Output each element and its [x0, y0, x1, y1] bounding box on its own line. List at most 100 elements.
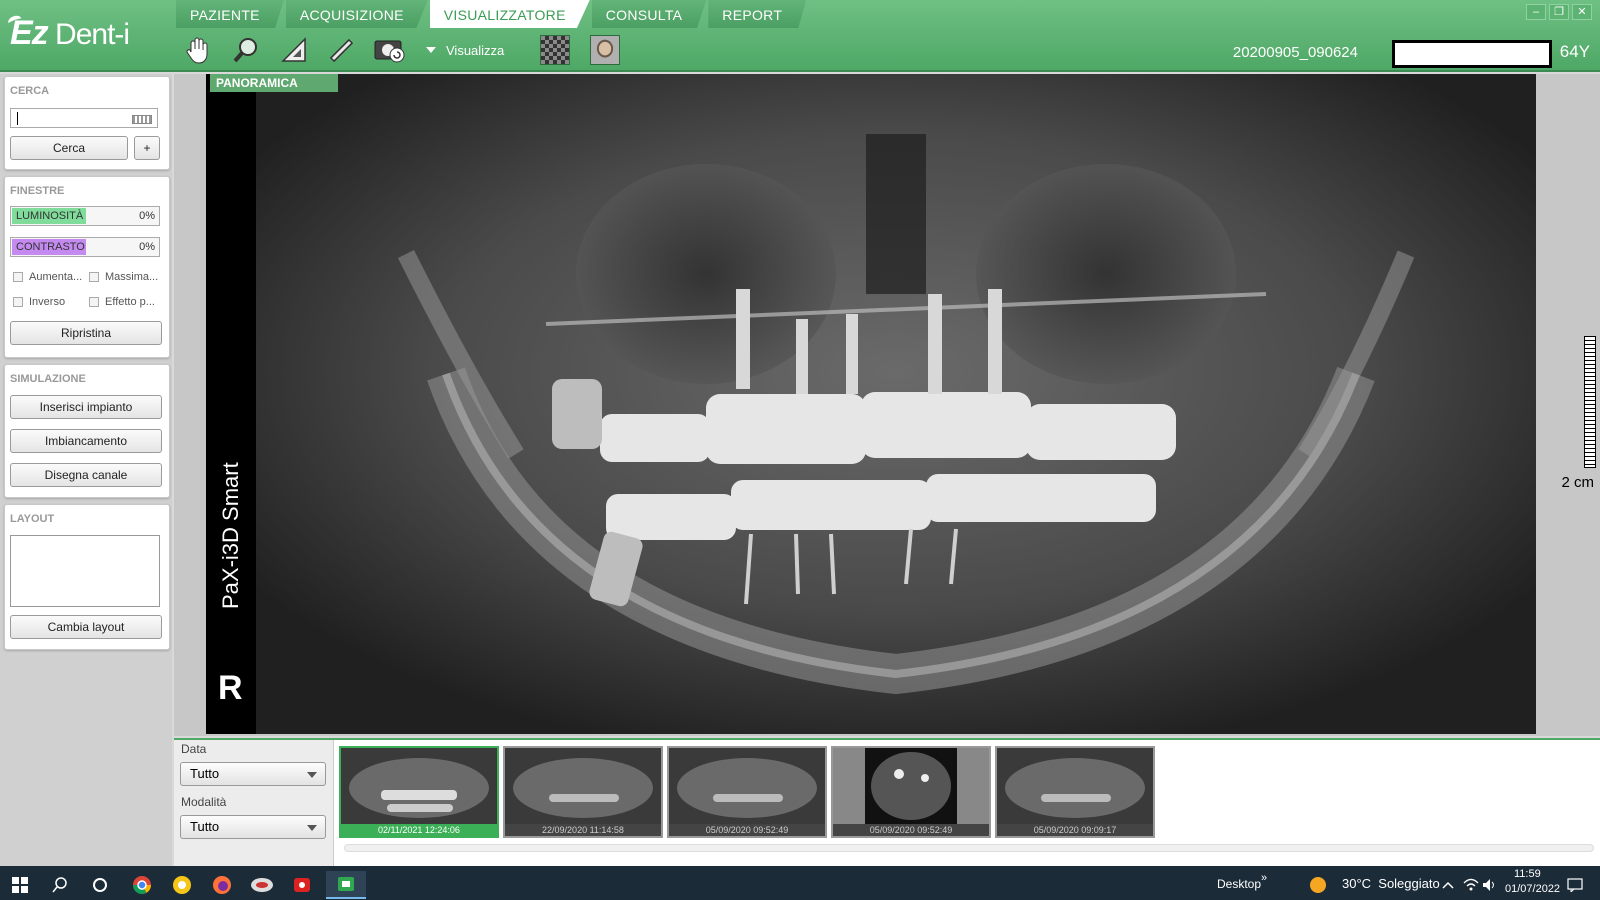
search-button[interactable]: Cerca	[10, 136, 128, 160]
change-layout-button[interactable]: Cambia layout	[10, 615, 162, 639]
toolbar-overflow-chevron[interactable]: »	[1261, 872, 1267, 884]
contrast-value: 0%	[139, 241, 155, 253]
add-search-button[interactable]: +	[134, 136, 160, 160]
image-viewer[interactable]: PaX-i3D Smart R PANORAMICA 2 cm	[174, 74, 1600, 736]
tab-paziente[interactable]: PAZIENTE	[176, 0, 284, 28]
simulation-group: SIMULAZIONE Inserisci impianto Imbiancam…	[4, 364, 170, 498]
minimize-icon[interactable]: –	[1526, 4, 1546, 20]
volume-icon[interactable]	[1480, 871, 1500, 899]
red-app-icon[interactable]	[282, 871, 322, 899]
checkbox-massima[interactable]: Massima...	[89, 271, 158, 283]
patient-name-redacted	[1392, 40, 1552, 68]
close-icon[interactable]: ✕	[1572, 4, 1592, 20]
thumbnail-panoramic[interactable]: 22/09/2020 11:14:58	[503, 746, 663, 838]
yellow-app-icon[interactable]	[162, 871, 202, 899]
device-label-strip: PaX-i3D Smart R	[206, 74, 256, 734]
checker-layout-icon[interactable]	[540, 35, 571, 65]
clock-time[interactable]: 11:59	[1514, 868, 1541, 880]
checkbox-inverso[interactable]: Inverso	[13, 296, 65, 308]
side-marker: R	[218, 669, 243, 707]
thumbnail-panoramic[interactable]: 05/09/2020 09:09:17	[995, 746, 1155, 838]
brightness-value: 0%	[139, 210, 155, 222]
thumbnail-panoramic[interactable]: 02/11/2021 12:24:06	[339, 746, 499, 838]
ezdent-taskbar-icon[interactable]	[326, 871, 366, 899]
firefox-icon[interactable]	[202, 871, 242, 899]
brightness-label: LUMINOSITÀ	[16, 210, 84, 222]
thumbnail-scrollbar[interactable]	[344, 844, 1594, 852]
pan-hand-icon[interactable]	[180, 32, 216, 68]
main-tabs: PAZIENTE ACQUISIZIONE VISUALIZZATORE CON…	[176, 0, 808, 28]
keyboard-icon[interactable]	[132, 115, 152, 124]
image-browser: Data Tutto Modalità Tutto 02/11/2021 12:…	[174, 738, 1600, 868]
brightness-slider[interactable]: LUMINOSITÀ 0%	[10, 206, 160, 226]
thumbnail-list: 02/11/2021 12:24:06 22/09/2020 11:14:58 …	[339, 746, 1159, 838]
simulation-title: SIMULAZIONE	[10, 373, 86, 385]
checkbox-effetto-label: Effetto p...	[105, 296, 155, 308]
restore-icon[interactable]: ❐	[1549, 4, 1569, 20]
cortana-icon[interactable]	[80, 871, 120, 899]
tray-chevron-up-icon[interactable]	[1440, 871, 1456, 899]
windows-start-icon[interactable]	[0, 871, 40, 899]
weather-sun-icon[interactable]	[1308, 871, 1328, 899]
layout-group: LAYOUT Cambia layout	[4, 504, 170, 650]
windows-taskbar: Desktop » 30°C Soleggiato 11:59 01/07/20…	[0, 866, 1600, 900]
tab-consulta[interactable]: CONSULTA	[591, 0, 707, 28]
contrast-slider[interactable]: CONTRASTO 0%	[10, 237, 160, 257]
tab-report[interactable]: REPORT	[708, 0, 807, 28]
thumbnail-ct-slice[interactable]: 05/09/2020 09:52:49	[831, 746, 991, 838]
measure-icon[interactable]	[276, 32, 312, 68]
view-dropdown-label: Visualizza	[446, 42, 505, 58]
dental-app-icon[interactable]	[242, 871, 282, 899]
insert-implant-button[interactable]: Inserisci impianto	[10, 395, 162, 419]
left-panel: CERCA Cerca + FINESTRE LUMINOSITÀ 0% CON…	[0, 74, 172, 866]
windows-group: FINESTRE LUMINOSITÀ 0% CONTRASTO 0% Aume…	[4, 176, 170, 358]
pencil-icon[interactable]	[324, 32, 360, 68]
tab-visualizzatore[interactable]: VISUALIZZATORE	[429, 0, 590, 28]
face-photo-icon[interactable]	[590, 35, 621, 65]
search-title: CERCA	[10, 85, 50, 97]
chevron-down-icon	[307, 772, 317, 778]
search-input[interactable]	[10, 108, 158, 128]
capture-icon[interactable]	[372, 32, 408, 68]
date-filter-value: Tutto	[190, 766, 220, 781]
tab-acquisizione[interactable]: ACQUISIZIONE	[285, 0, 428, 28]
layout-title: LAYOUT	[10, 513, 55, 525]
view-dropdown[interactable]: Visualizza	[426, 43, 504, 58]
notification-icon[interactable]	[1560, 871, 1590, 899]
checkbox-massima-label: Massima...	[105, 271, 159, 283]
thumbnail-date: 05/09/2020 09:52:49	[833, 824, 989, 836]
date-filter-select[interactable]: Tutto	[180, 762, 326, 786]
whitening-button[interactable]: Imbiancamento	[10, 429, 162, 453]
checkbox-effetto[interactable]: Effetto p...	[89, 296, 155, 308]
windows-title: FINESTRE	[10, 185, 65, 197]
weather-text[interactable]: 30°C Soleggiato	[1342, 876, 1440, 891]
logo-dent: Dent-i	[55, 18, 130, 51]
network-icon[interactable]	[1461, 871, 1481, 899]
magnifier-icon[interactable]	[228, 32, 264, 68]
date-filter-label: Data	[181, 742, 207, 756]
chrome-icon[interactable]	[122, 871, 162, 899]
checkbox-aumenta-label: Aumenta...	[29, 271, 83, 283]
app-header: Ez Dent-i PAZIENTE ACQUISIZIONE VISUALIZ…	[0, 0, 1600, 72]
checkbox-aumenta[interactable]: Aumenta...	[13, 271, 82, 283]
image-type-label: PANORAMICA	[210, 74, 338, 92]
draw-canal-button[interactable]: Disegna canale	[10, 463, 162, 487]
device-name: PaX-i3D Smart	[218, 462, 243, 609]
chevron-down-icon	[426, 47, 436, 53]
viewer-toolbar: Visualizza	[180, 32, 640, 68]
thumbnail-panoramic[interactable]: 05/09/2020 09:52:49	[667, 746, 827, 838]
desktop-toolbar-label[interactable]: Desktop	[1217, 877, 1261, 891]
panoramic-xray-image[interactable]: PaX-i3D Smart R	[206, 74, 1536, 734]
thumbnail-date: 22/09/2020 11:14:58	[505, 824, 661, 836]
contrast-label: CONTRASTO	[16, 241, 85, 253]
patient-age: 64Y	[1559, 42, 1590, 61]
search-icon[interactable]	[40, 871, 80, 899]
reset-button[interactable]: Ripristina	[10, 321, 162, 345]
ezdent-logo: Ez Dent-i	[6, 13, 130, 53]
clock-date[interactable]: 01/07/2022	[1505, 883, 1560, 895]
modality-filter-value: Tutto	[190, 819, 220, 834]
modality-filter-select[interactable]: Tutto	[180, 815, 326, 839]
image-filters: Data Tutto Modalità Tutto	[174, 740, 334, 868]
layout-preview[interactable]	[10, 535, 160, 607]
modality-filter-label: Modalità	[181, 795, 227, 809]
